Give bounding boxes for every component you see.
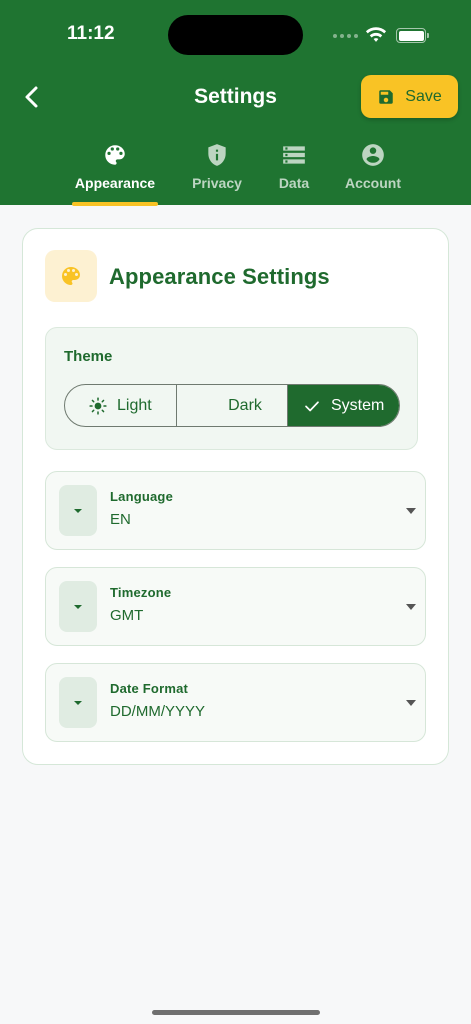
tab-data[interactable]: Data (268, 142, 320, 205)
caret-down-icon (406, 508, 416, 514)
wifi-icon (365, 27, 387, 42)
card-title: Appearance Settings (109, 264, 330, 289)
theme-option-dark[interactable]: Dark (177, 385, 289, 426)
tab-privacy[interactable]: Privacy (182, 142, 252, 205)
date-format-dropdown[interactable]: Date Format DD/MM/YYYY (45, 663, 426, 742)
tab-appearance[interactable]: Appearance (72, 142, 158, 205)
caret-down-icon (406, 700, 416, 706)
theme-option-label: Light (116, 396, 152, 414)
caret-down-icon (74, 604, 82, 609)
app-header: 11:12 Settings Save Appearance Privacy D… (0, 0, 471, 206)
dropdown-value: DD/MM/YYYY (110, 703, 206, 720)
save-icon (379, 89, 394, 104)
palette-icon (105, 145, 125, 165)
shield-icon (208, 144, 226, 166)
status-time: 11:12 (67, 23, 115, 44)
caret-down-icon (74, 508, 82, 513)
storage-icon (283, 146, 305, 164)
dropdown-label: Language (110, 489, 173, 504)
theme-option-label: System (331, 396, 385, 414)
caret-down-icon (74, 700, 82, 705)
active-tab-indicator (72, 202, 158, 206)
dropdown-lead (59, 677, 97, 728)
account-circle-icon (362, 144, 384, 166)
sun-icon (89, 396, 107, 415)
dropdown-lead (59, 485, 97, 536)
tab-label: Account (345, 175, 401, 191)
battery-icon (396, 28, 429, 43)
dropdown-value: EN (110, 511, 131, 528)
home-indicator[interactable] (152, 1010, 320, 1015)
dynamic-island (168, 15, 303, 55)
appearance-settings-card: Appearance Settings Theme Light Dark Sys… (22, 228, 449, 765)
dropdown-label: Date Format (110, 681, 189, 696)
check-icon (305, 400, 319, 411)
tab-label: Data (278, 175, 310, 191)
language-dropdown[interactable]: Language EN (45, 471, 426, 550)
status-icons (333, 25, 433, 47)
tab-account[interactable]: Account (338, 142, 408, 205)
dropdown-label: Timezone (110, 585, 172, 600)
theme-option-light[interactable]: Light (65, 385, 177, 426)
theme-segmented-control: Light Dark System (64, 384, 400, 427)
palette-icon (62, 267, 80, 285)
tab-label: Appearance (74, 175, 156, 191)
caret-down-icon (406, 604, 416, 610)
dropdown-lead (59, 581, 97, 632)
theme-section: Theme Light Dark System (45, 327, 418, 450)
moon-icon (205, 398, 213, 413)
timezone-dropdown[interactable]: Timezone GMT (45, 567, 426, 646)
theme-option-system[interactable]: System (288, 385, 399, 426)
save-button-label: Save (405, 87, 442, 105)
tab-label: Privacy (192, 175, 242, 191)
signal-icon (333, 34, 358, 38)
dropdown-value: GMT (110, 607, 144, 624)
theme-label: Theme (64, 348, 113, 365)
card-icon-container (45, 250, 97, 302)
theme-option-label: Dark (228, 396, 262, 414)
save-button[interactable]: Save (361, 75, 458, 118)
